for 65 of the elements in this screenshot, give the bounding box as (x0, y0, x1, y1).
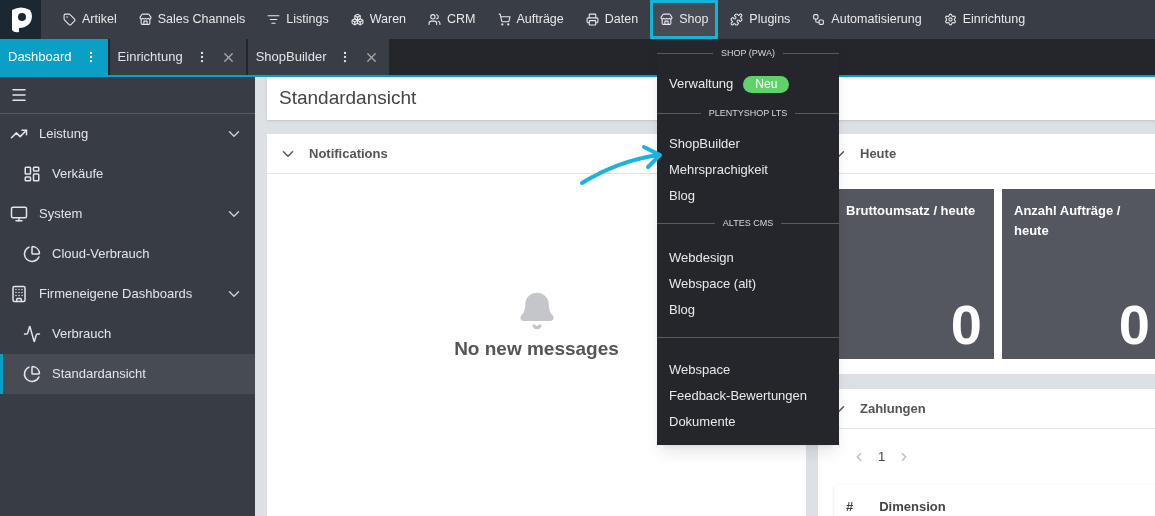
nav-item[interactable]: Shop (650, 0, 719, 39)
nav-item[interactable]: Artikel (53, 0, 127, 39)
tab-label[interactable]: Einrichtung (117, 47, 183, 67)
menu-item[interactable]: Webdesign (657, 245, 839, 271)
nav-item[interactable]: Listings (257, 0, 339, 39)
sidebar-label[interactable]: Verbrauch (52, 324, 112, 344)
sidebar-label[interactable]: Firmeneigene Dashboards (39, 284, 214, 304)
menu-item[interactable]: ShopBuilder (657, 131, 839, 157)
section-heading: ALTES CMS (722, 216, 774, 230)
stat-title: Anzahl Aufträge / heute (1014, 202, 1122, 240)
nav-item[interactable]: Plugins (720, 0, 801, 39)
empty-message: No new messages (454, 336, 619, 361)
sidebar-item[interactable]: System (0, 194, 255, 234)
menu-item[interactable]: Webspace (alt) (657, 271, 839, 297)
column-header: # (846, 498, 854, 516)
sidebar-item[interactable]: Verkäufe (0, 154, 255, 194)
nav-item[interactable]: Aufträge (487, 0, 574, 39)
sidebar-label[interactable]: Verkäufe (52, 164, 104, 184)
sidebar-item[interactable]: Standardansicht (0, 354, 255, 394)
menu-label[interactable]: Verwaltung (669, 74, 734, 94)
menu-item[interactable]: Webspace (657, 357, 839, 383)
menu-item[interactable]: Verwaltung Neu (657, 71, 839, 97)
sidebar-item[interactable]: Leistung (0, 114, 255, 154)
card-title: Notifications (309, 144, 388, 163)
nav-item[interactable]: Waren (340, 0, 417, 39)
stat-title: Bruttoumsatz / heute (846, 202, 977, 220)
menu-item[interactable]: Mehrsprachigkeit (657, 157, 839, 183)
menu-label[interactable]: Mehrsprachigkeit (669, 160, 768, 180)
tab[interactable]: Einrichtung (109, 39, 246, 75)
sidebar-label[interactable]: Standardansicht (52, 364, 146, 384)
menu-label[interactable]: Dokumente (669, 412, 736, 432)
menu-item[interactable]: Blog (657, 183, 839, 209)
page-title: Standardansicht (279, 86, 417, 111)
sidebar-item[interactable]: Cloud-Verbrauch (0, 234, 255, 274)
menu-label[interactable]: Webspace (alt) (669, 274, 757, 294)
sidebar-item[interactable]: Verbrauch (0, 314, 255, 354)
menu-label[interactable]: ShopBuilder (669, 134, 740, 154)
sidebar-item[interactable]: Firmeneigene Dashboards (0, 274, 255, 314)
menu-label[interactable]: Feedback-Bewertungen (669, 386, 808, 406)
menu-label[interactable]: Blog (669, 300, 696, 320)
menu-label[interactable]: Blog (669, 186, 696, 206)
sidebar-label[interactable]: Leistung (39, 124, 214, 144)
nav-item[interactable]: CRM (418, 0, 486, 39)
nav-item[interactable]: Daten (575, 0, 649, 39)
new-badge: Neu (743, 75, 790, 93)
card-title: Zahlungen (860, 399, 926, 418)
section-heading: SHOP (PWA) (721, 46, 775, 60)
card-title: Heute (860, 144, 897, 163)
sidebar-label[interactable]: Cloud-Verbrauch (52, 244, 150, 264)
column-header: Dimension (879, 498, 946, 516)
menu-item[interactable]: Blog (657, 297, 839, 323)
stat-value: 0 (950, 297, 982, 353)
menu-item[interactable]: Dokumente (657, 409, 839, 435)
sidebar-label[interactable]: System (39, 204, 214, 224)
page-number[interactable]: 1 (878, 447, 886, 467)
menu-label[interactable]: Webspace (669, 360, 731, 380)
tab-label[interactable]: ShopBuilder (255, 47, 327, 67)
section-heading: PLENTYSHOP LTS (708, 106, 788, 120)
menu-item[interactable]: Feedback-Bewertungen (657, 383, 839, 409)
stat-value: 0 (1118, 297, 1150, 353)
nav-item[interactable]: Sales Channels (128, 0, 256, 39)
nav-item[interactable]: Einrichtung (933, 0, 1036, 39)
nav-item[interactable]: Automatisierung (802, 0, 932, 39)
menu-label[interactable]: Webdesign (669, 248, 734, 268)
tab[interactable]: ShopBuilder (247, 39, 390, 75)
